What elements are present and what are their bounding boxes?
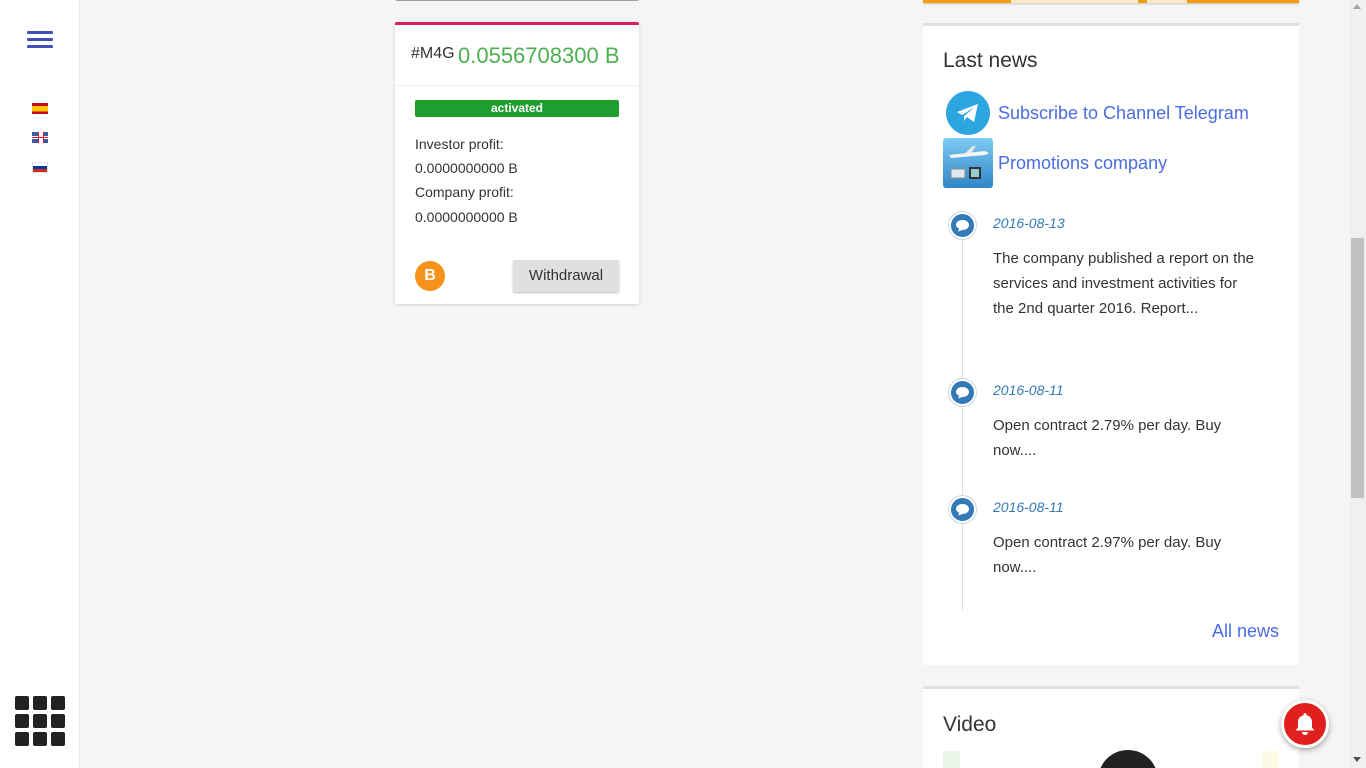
russian-flag-icon[interactable] <box>32 162 48 173</box>
previous-card-bottom <box>395 0 639 1</box>
news-date[interactable]: 2016-08-11 <box>993 499 1064 515</box>
telegram-icon[interactable] <box>943 88 993 138</box>
bell-icon <box>1295 713 1315 735</box>
news-panel: Last news Subscribe to Channel Telegram … <box>923 23 1299 665</box>
news-text[interactable]: Open contract 2.97% per day. Buy now.... <box>993 530 1255 580</box>
notification-bell-button[interactable] <box>1281 700 1329 748</box>
comment-icon <box>949 379 976 406</box>
contract-card-header: #M4G 0.0556708300 B <box>395 25 639 86</box>
news-text[interactable]: The company published a report on the se… <box>993 246 1255 321</box>
news-date[interactable]: 2016-08-11 <box>993 382 1064 398</box>
promotions-image[interactable] <box>943 138 993 188</box>
telegram-link[interactable]: Subscribe to Channel Telegram <box>998 103 1249 124</box>
news-text[interactable]: Open contract 2.79% per day. Buy now.... <box>993 413 1255 463</box>
withdrawal-button[interactable]: Withdrawal <box>513 260 619 292</box>
news-date[interactable]: 2016-08-13 <box>993 215 1065 231</box>
bitcoin-icon: B <box>415 261 445 291</box>
promotions-link[interactable]: Promotions company <box>998 153 1167 174</box>
company-profit-label: Company profit: <box>415 184 514 200</box>
contract-card: #M4G 0.0556708300 B activated Investor p… <box>395 22 639 304</box>
timeline-line <box>962 216 963 610</box>
comment-icon <box>949 212 976 239</box>
contract-amount: 0.0556708300 B <box>458 43 620 68</box>
scrollbar-thumb[interactable] <box>1351 238 1364 498</box>
scroll-up-arrow-icon[interactable] <box>1353 4 1361 9</box>
scroll-down-arrow-icon[interactable] <box>1353 757 1361 762</box>
status-badge: activated <box>415 100 619 117</box>
contract-id: #M4G <box>411 45 455 62</box>
comment-icon <box>949 496 976 523</box>
investor-profit-label: Investor profit: <box>415 136 504 152</box>
promo-company[interactable]: Promotions company <box>943 138 1167 188</box>
promo-telegram[interactable]: Subscribe to Channel Telegram <box>943 88 1249 138</box>
hamburger-menu-icon[interactable] <box>27 31 53 48</box>
all-news-link[interactable]: All news <box>1212 621 1279 642</box>
apps-grid-icon[interactable] <box>15 696 65 746</box>
video-title: Video <box>943 713 997 736</box>
left-sidebar <box>0 0 80 768</box>
video-panel: Video <box>923 686 1299 768</box>
spanish-flag-icon[interactable] <box>32 103 48 114</box>
previous-panel-strip <box>923 0 1299 3</box>
investor-profit-value: 0.0000000000 B <box>415 160 518 176</box>
company-profit-value: 0.0000000000 B <box>415 209 518 225</box>
uk-flag-icon[interactable] <box>32 132 48 143</box>
news-title: Last news <box>943 49 1038 72</box>
